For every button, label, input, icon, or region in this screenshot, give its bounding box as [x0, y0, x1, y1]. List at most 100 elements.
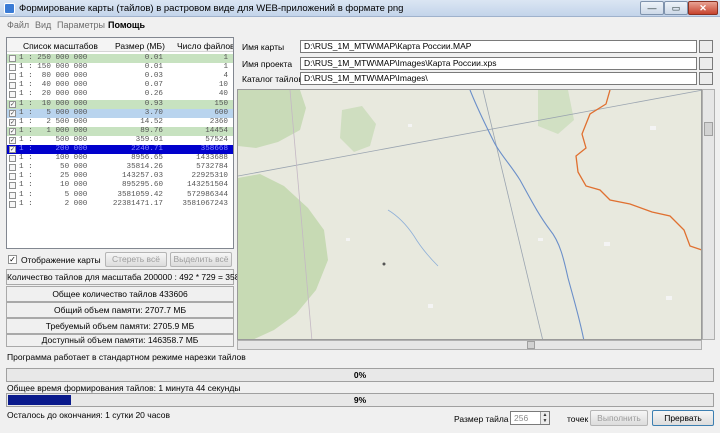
scale-row[interactable]: ✓ 1 : 2 500 000 14.52 2360	[7, 118, 233, 127]
mode-status: Программа работает в стандартном режиме …	[7, 352, 246, 362]
scale-value: 1 : 80 000 000	[19, 72, 88, 81]
tiles-dir-browse-button[interactable]	[699, 72, 713, 85]
map-name-field[interactable]: D:\RUS_1M_MTW\MAP\Карта России.MAP	[300, 40, 697, 53]
tile-size-label: Размер тайла	[454, 414, 509, 424]
scale-row[interactable]: 1 : 20 000 000 0.26 40	[7, 90, 233, 99]
map-view[interactable]	[237, 89, 702, 340]
scale-checkbox[interactable]	[9, 64, 16, 72]
run-button[interactable]: Выполнить	[590, 410, 648, 426]
scale-row[interactable]: ✓ 1 : 10 000 000 0.93 150	[7, 99, 233, 109]
map-name-label: Имя карты	[242, 42, 285, 52]
scale-row[interactable]: 1 : 50 000 35814.26 5732784	[7, 163, 233, 172]
map-canvas	[238, 90, 701, 339]
scale-row[interactable]: 1 : 150 000 000 0.01 1	[7, 63, 233, 72]
scale-files: 4	[223, 72, 228, 81]
scale-checkbox[interactable]: ✓	[9, 109, 16, 117]
menu-parameters[interactable]: Параметры	[57, 20, 105, 30]
scale-files: 5732784	[196, 163, 228, 172]
scale-row[interactable]: 1 : 40 000 000 0.07 10	[7, 81, 233, 90]
col-header-size[interactable]: Размер (МБ)	[115, 41, 165, 51]
progress-bar-scale: 0%	[6, 368, 714, 382]
spinner-arrows-icon[interactable]: ▲ ▼	[540, 412, 549, 424]
maximize-button[interactable]: ▭	[664, 1, 688, 15]
scale-checkbox[interactable]: ✓	[9, 127, 16, 135]
project-name-field[interactable]: D:\RUS_1M_MTW\MAP\Images\Карта России.xp…	[300, 57, 697, 70]
close-button[interactable]: ✕	[688, 1, 718, 15]
scale-list-header: Список масштабов Размер (МБ) Число файло…	[7, 38, 233, 52]
scale-files: 600	[214, 108, 228, 117]
scale-checkbox[interactable]	[9, 73, 16, 81]
map-feature	[408, 124, 412, 127]
scale-size: 0.01	[144, 54, 163, 62]
scale-files: 22925310	[191, 172, 228, 181]
scale-checkbox[interactable]	[9, 173, 16, 181]
stop-button[interactable]: Прервать	[652, 410, 714, 426]
scale-row[interactable]: ✓ 1 : 5 000 000 3.70 600	[7, 108, 233, 118]
scale-files: 2360	[209, 117, 228, 126]
scale-files: 358668	[200, 145, 228, 153]
col-header-files[interactable]: Число файлов	[177, 41, 233, 51]
window-title: Формирование карты (тайлов) в растровом …	[19, 3, 404, 14]
scale-checkbox[interactable]	[9, 182, 16, 190]
tile-size-spinner[interactable]: 256 ▲ ▼	[510, 411, 550, 425]
scale-value: 1 : 100 000	[19, 154, 88, 163]
scale-size: 0.01	[144, 63, 163, 72]
scale-row[interactable]: 1 : 10 000 895295.60 143251504	[7, 181, 233, 190]
menu-help[interactable]: Помощь	[108, 20, 145, 30]
scale-files: 3581067243	[182, 199, 228, 208]
clear-all-button[interactable]: Стереть всё	[105, 252, 167, 267]
scroll-thumb[interactable]	[704, 122, 713, 136]
scale-checkbox[interactable]: ✓	[9, 136, 16, 144]
scale-size: 3.70	[144, 108, 163, 117]
scale-value: 1 : 5 000	[19, 190, 88, 199]
scale-row[interactable]: 1 : 100 000 8956.65 1433688	[7, 154, 233, 163]
menu-view[interactable]: Вид	[35, 20, 51, 30]
scale-checkbox[interactable]	[9, 164, 16, 172]
scale-row[interactable]: 1 : 25 000 143257.03 22925310	[7, 172, 233, 181]
tiles-for-scale-info: Количество тайлов для масштаба 200000 : …	[6, 269, 254, 285]
tiles-dir-field[interactable]: D:\RUS_1M_MTW\MAP\Images\	[300, 72, 697, 85]
scale-size: 143257.03	[121, 172, 163, 181]
scale-checkbox[interactable]: ✓	[9, 100, 16, 108]
scale-row[interactable]: ✓ 1 : 1 000 000 89.76 14454	[7, 126, 233, 136]
total-memory-info: Общий объем памяти: 2707.7 МБ	[6, 302, 234, 318]
scale-row[interactable]: 1 : 80 000 000 0.03 4	[7, 72, 233, 81]
scale-files: 57524	[205, 135, 228, 144]
progress-percent: 9%	[353, 395, 367, 405]
map-display-controls: ✓ Отображение карты Стереть всё Выделить…	[6, 252, 234, 268]
scale-checkbox[interactable]	[9, 91, 16, 99]
minimize-button[interactable]: —	[640, 1, 664, 15]
scale-checkbox[interactable]: ✓	[9, 118, 16, 126]
scale-checkbox[interactable]	[9, 200, 16, 208]
scale-row[interactable]: ✓ 1 : 200 000 2240.71 358668	[7, 145, 233, 155]
menu-file[interactable]: Файл	[7, 20, 29, 30]
map-name-browse-button[interactable]	[699, 40, 713, 53]
col-header-scale[interactable]: Список масштабов	[23, 41, 98, 51]
scroll-thumb[interactable]	[527, 341, 535, 349]
scale-checkbox[interactable]	[9, 55, 16, 62]
map-horizontal-scrollbar[interactable]	[237, 340, 702, 350]
scale-row[interactable]: 1 : 5 000 3581059.42 572986344	[7, 191, 233, 200]
tile-size-value: 256	[514, 413, 529, 423]
scale-row[interactable]: 1 : 250 000 000 0.01 1	[7, 54, 233, 64]
scale-value: 1 : 10 000	[19, 181, 88, 190]
map-vertical-scrollbar[interactable]	[702, 89, 715, 340]
scale-checkbox[interactable]: ✓	[9, 146, 16, 153]
settlement-marker	[382, 262, 386, 266]
scale-row[interactable]: ✓ 1 : 500 000 359.01 57524	[7, 136, 233, 145]
show-map-checkbox[interactable]: ✓	[8, 255, 17, 264]
scale-size: 22381471.17	[112, 199, 163, 208]
scale-list[interactable]: Список масштабов Размер (МБ) Число файло…	[6, 37, 234, 249]
scale-value: 1 : 20 000 000	[19, 90, 88, 99]
scale-files: 10	[218, 81, 228, 90]
project-name-browse-button[interactable]	[699, 57, 713, 70]
scale-size: 8956.65	[131, 154, 163, 163]
scale-checkbox[interactable]	[9, 155, 16, 163]
scale-checkbox[interactable]	[9, 191, 16, 199]
select-all-button[interactable]: Выделить всё	[170, 252, 232, 267]
scale-size: 895295.60	[121, 181, 163, 190]
scale-files: 150	[214, 99, 228, 108]
scale-row[interactable]: 1 : 2 000 22381471.17 3581067243	[7, 200, 233, 209]
scale-checkbox[interactable]	[9, 82, 16, 90]
units-label: точек	[567, 414, 589, 424]
